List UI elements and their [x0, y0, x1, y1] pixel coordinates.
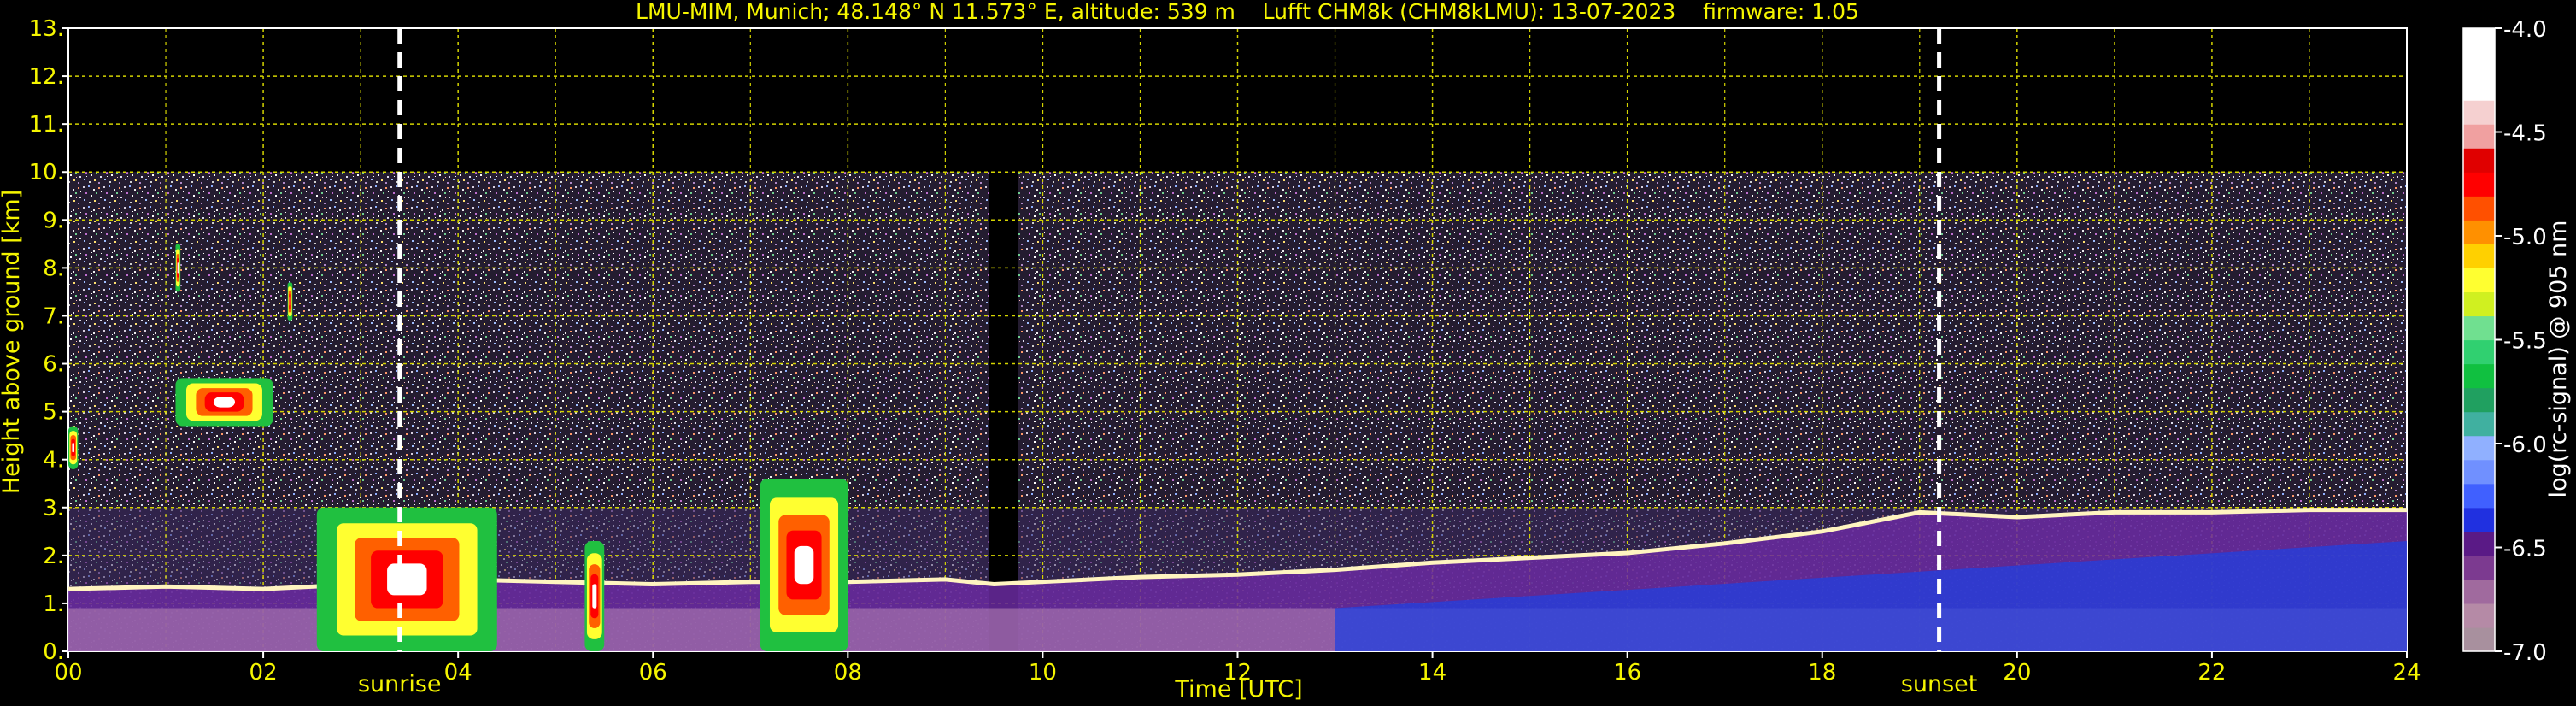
x-tick-label: 24	[2392, 660, 2421, 685]
colorbar-segment	[2463, 411, 2495, 437]
colorbar-segment	[2463, 220, 2495, 244]
colorbar-tick-label: -4.5	[2503, 121, 2547, 147]
colorbar-segment	[2463, 291, 2495, 317]
annotation-label-sunrise: sunrise	[358, 671, 442, 697]
x-tick-label: 22	[2198, 660, 2226, 685]
y-tick-label: 13.	[29, 16, 64, 42]
annotation-label-sunset: sunset	[1901, 671, 1978, 697]
x-tick-label: 18	[1808, 660, 1836, 685]
y-axis-label: Height above ground [km]	[0, 190, 25, 494]
x-tick-label: 10	[1029, 660, 1057, 685]
ceilometer-chart: sunrise sunset 00 02 04 06 08 10 12 14 16 18 20 22 24…	[0, 0, 2572, 703]
y-tick-label: 1.	[43, 591, 64, 617]
colorbar-segment	[2463, 100, 2495, 125]
colorbar-segment	[2463, 555, 2495, 580]
x-tick-label: 08	[834, 660, 862, 685]
colorbar-label: log(rc-signal) @ 905 nm	[2545, 221, 2572, 498]
colorbar-segment	[2463, 459, 2495, 485]
x-tick-label: 14	[1418, 660, 1446, 685]
colorbar-tick-label: -6.5	[2503, 537, 2547, 562]
colorbar-segment	[2463, 172, 2495, 197]
colorbar-segment	[2463, 531, 2495, 556]
colorbar-segment	[2463, 627, 2495, 652]
colorbar-segment	[2463, 603, 2495, 628]
colorbar-segment	[2463, 28, 2495, 53]
colorbar-tick-label: -6.0	[2503, 432, 2547, 458]
colorbar-segment	[2463, 244, 2495, 268]
colorbar-tick-label: -7.0	[2503, 640, 2547, 666]
cloud-6-band-4	[177, 262, 179, 274]
x-tick-label: 06	[639, 660, 667, 685]
y-tick-label: 2.	[43, 544, 64, 569]
cloud-1-band-4	[72, 443, 74, 453]
x-tick-label: 20	[2003, 660, 2031, 685]
chart-title: LMU-MIM, Munich; 48.148° N 11.573° E, al…	[636, 0, 1859, 24]
cloud-3-band-4	[387, 563, 427, 596]
colorbar-segment	[2463, 52, 2495, 77]
colorbar-segment	[2463, 339, 2495, 365]
y-tick-label: 8.	[43, 256, 64, 281]
y-tick-label: 0.	[43, 639, 64, 665]
x-tick-label: 02	[249, 660, 278, 685]
colorbar-segment	[2463, 268, 2495, 293]
colorbar-segment	[2463, 579, 2495, 604]
colorbar-segment	[2463, 435, 2495, 461]
y-tick-label: 4.	[43, 448, 64, 474]
y-tick-label: 9.	[43, 208, 64, 233]
y-tick-label: 11.	[29, 112, 64, 138]
colorbar-tick-label: -4.0	[2503, 17, 2547, 43]
y-tick-label: 12.	[29, 64, 64, 90]
y-tick-label: 5.	[43, 400, 64, 426]
x-tick-label: 04	[444, 660, 472, 685]
colorbar-segment	[2463, 124, 2495, 149]
y-tick-label: 7.	[43, 303, 64, 329]
y-tick-label: 6.	[43, 352, 64, 378]
x-tick-label: 16	[1613, 660, 1641, 685]
colorbar-segment	[2463, 315, 2495, 341]
colorbar-segment	[2463, 483, 2495, 509]
colorbar-segment	[2463, 148, 2495, 173]
cloud-4-band-4	[592, 584, 597, 609]
x-axis-label: Time [UTC]	[1174, 676, 1302, 703]
y-tick-label: 3.	[43, 496, 64, 521]
colorbar-tick-label: -5.0	[2503, 225, 2547, 250]
colorbar-tick-label: -5.5	[2503, 329, 2547, 355]
colorbar-segment	[2463, 363, 2495, 389]
colorbar-segment	[2463, 507, 2495, 532]
y-tick-label: 10.	[29, 160, 64, 185]
cloud-2-band-4	[213, 397, 236, 408]
cloud-5-band-4	[794, 545, 814, 585]
colorbar-segment	[2463, 76, 2495, 101]
colorbar-segment	[2463, 196, 2495, 221]
colorbar-segment	[2463, 387, 2495, 413]
